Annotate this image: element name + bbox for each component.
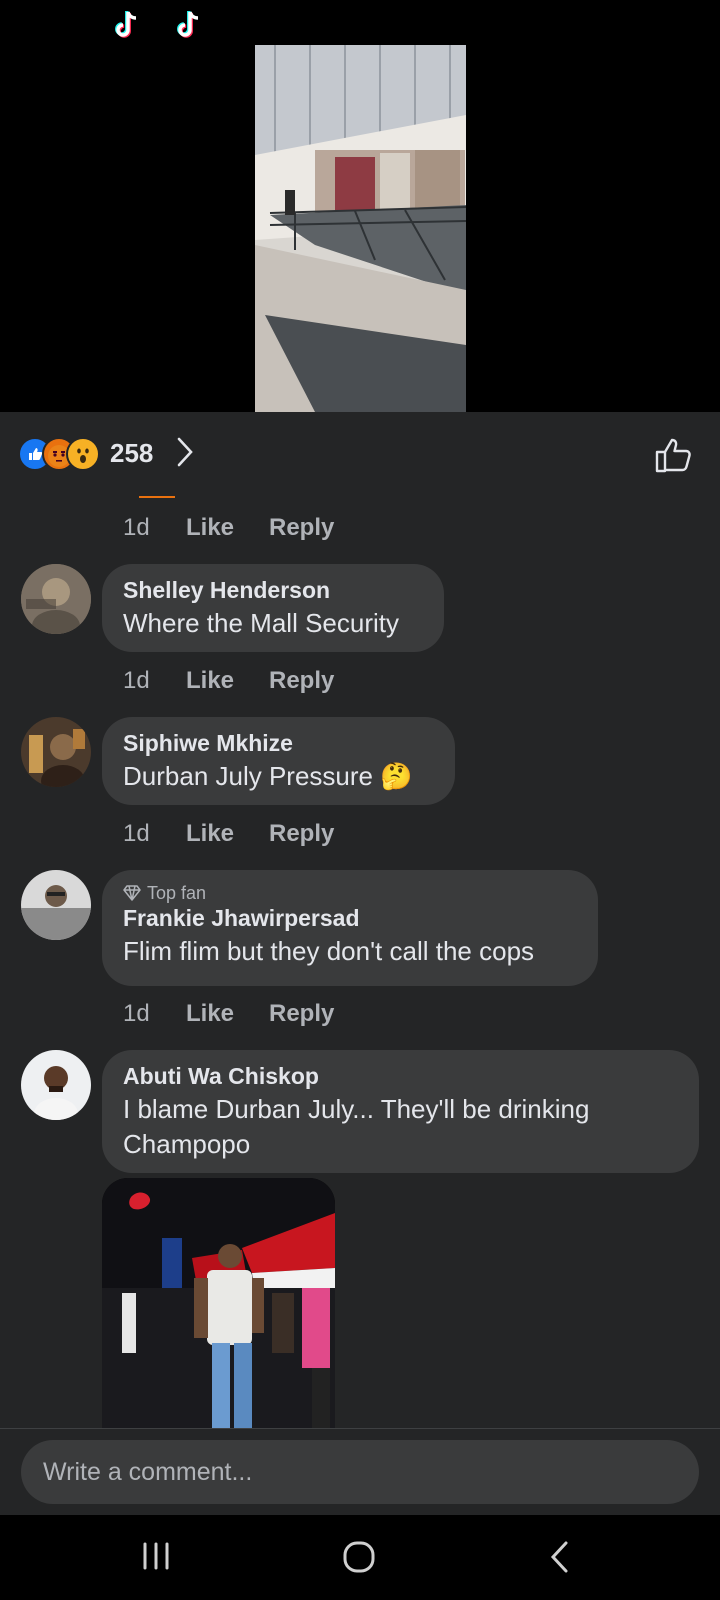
tiktok-icon <box>177 11 199 38</box>
back-icon[interactable] <box>548 1540 570 1574</box>
reply-button[interactable]: Reply <box>269 1000 334 1028</box>
comment-bubble[interactable]: Abuti Wa Chiskop I blame Durban July... … <box>102 1050 699 1173</box>
commenter-name[interactable]: Frankie Jhawirpersad <box>123 904 576 932</box>
avatar[interactable] <box>21 564 91 634</box>
comment-input[interactable] <box>21 1440 699 1504</box>
comment-time: 1d <box>123 1000 150 1027</box>
comment-time: 1d <box>123 667 150 694</box>
comment-text: Where the Mall Security <box>123 608 399 638</box>
commenter-name[interactable]: Shelley Henderson <box>123 576 422 604</box>
comment-time: 1d <box>123 514 150 541</box>
thinking-emoji: 🤔 <box>380 761 413 791</box>
reply-button[interactable]: Reply <box>269 820 334 848</box>
reaction-count[interactable]: 258 <box>110 438 153 469</box>
chevron-right-icon[interactable] <box>176 436 194 468</box>
like-button[interactable]: Like <box>186 1000 234 1028</box>
comment-bubble[interactable]: Shelley Henderson Where the Mall Securit… <box>102 564 444 652</box>
tiktok-icon <box>115 11 137 38</box>
recents-icon[interactable] <box>140 1540 172 1572</box>
comment-bubble[interactable]: Top fan Frankie Jhawirpersad Flim flim b… <box>102 870 598 986</box>
like-button[interactable]: Like <box>186 667 234 695</box>
comment-text: Flim flim but they don't call the cops <box>123 936 535 966</box>
commenter-name[interactable]: Abuti Wa Chiskop <box>123 1062 677 1090</box>
top-fan-badge: Top fan <box>123 882 576 904</box>
comment-text: I blame Durban July... They'll be drinki… <box>123 1094 590 1159</box>
photo-image <box>102 1178 335 1428</box>
video-frame[interactable] <box>255 45 466 412</box>
commenter-name[interactable]: Siphiwe Mkhize <box>123 729 433 757</box>
comment-photo[interactable] <box>102 1178 335 1428</box>
home-icon[interactable] <box>342 1540 376 1574</box>
avatar[interactable] <box>21 717 91 787</box>
comment-text: Durban July Pressure 🤔 <box>123 761 413 791</box>
comment-bubble[interactable]: Siphiwe Mkhize Durban July Pressure 🤔 <box>102 717 455 805</box>
avatar[interactable] <box>21 870 91 940</box>
thumbs-up-outline-icon[interactable] <box>654 436 692 474</box>
like-button[interactable]: Like <box>186 514 234 542</box>
wow-reaction-icon <box>66 437 100 471</box>
video-area[interactable] <box>0 0 720 412</box>
avatar[interactable] <box>21 1050 91 1120</box>
divider-accent <box>139 496 175 498</box>
diamond-icon <box>123 885 141 901</box>
mall-interior-image <box>255 45 466 412</box>
reply-button[interactable]: Reply <box>269 514 334 542</box>
like-button[interactable]: Like <box>186 820 234 848</box>
reply-button[interactable]: Reply <box>269 667 334 695</box>
comment-time: 1d <box>123 820 150 847</box>
reaction-icons[interactable] <box>18 437 104 471</box>
